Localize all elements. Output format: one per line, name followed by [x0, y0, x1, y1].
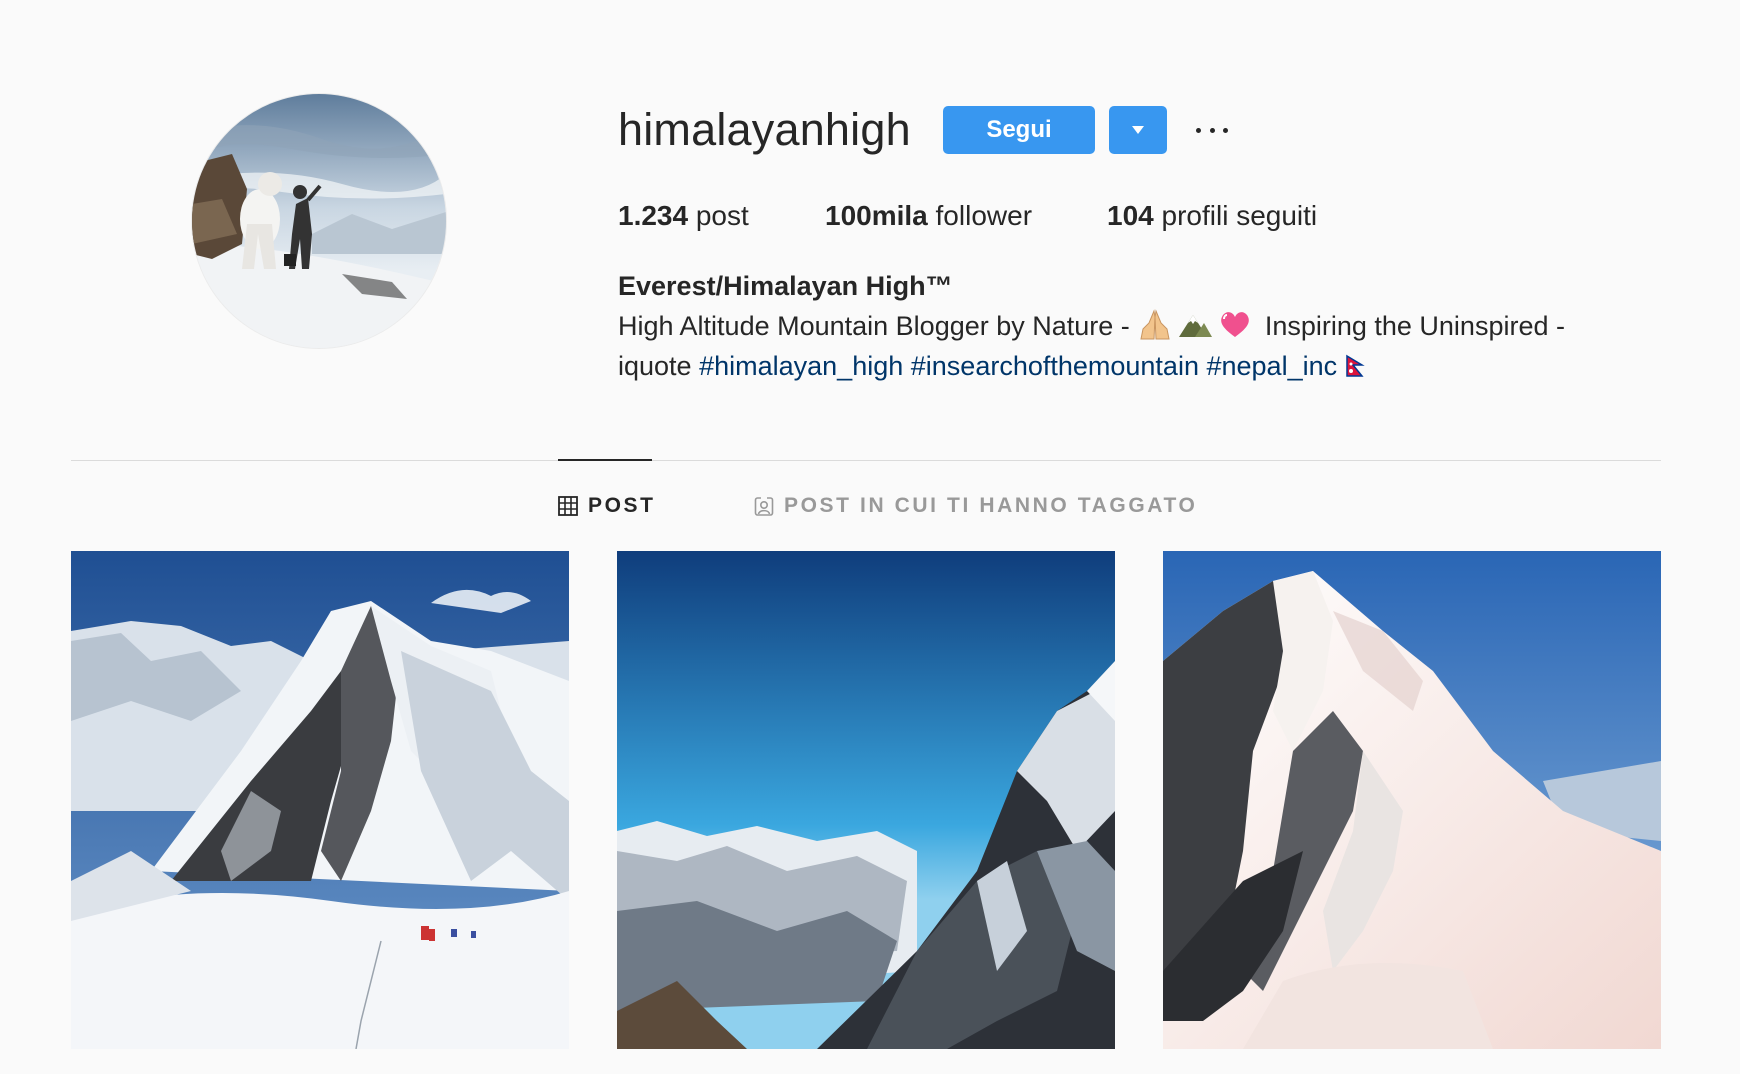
more-options-button[interactable]	[1196, 106, 1228, 154]
profile-username: himalayanhigh	[618, 104, 911, 155]
mountain-icon	[1177, 307, 1213, 341]
bio-text: iquote	[618, 351, 692, 381]
stat-following[interactable]: 104 profili seguiti	[1107, 196, 1317, 236]
stat-following-value: 104	[1107, 200, 1154, 231]
more-dot-icon	[1196, 127, 1201, 133]
avatar-image	[192, 94, 446, 348]
more-dot-icon	[1223, 127, 1228, 133]
post-thumbnail[interactable]	[1163, 551, 1661, 1049]
stat-posts-label: post	[695, 200, 749, 231]
grid-icon	[558, 496, 578, 516]
tab-posts[interactable]: POST	[558, 494, 656, 518]
heart-icon	[1217, 307, 1253, 341]
mountain-climbers-photo	[71, 551, 569, 1049]
profile-bio: High Altitude Mountain Blogger by Nature…	[618, 306, 1678, 386]
suggested-dropdown-button[interactable]	[1109, 106, 1167, 154]
hashtag-link[interactable]: #himalayan_high	[699, 351, 903, 381]
stat-following-label: profili seguiti	[1161, 200, 1318, 231]
hashtag-link[interactable]: #insearchofthemountain	[911, 351, 1199, 381]
follow-button[interactable]: Segui	[943, 106, 1095, 154]
bio-text: High Altitude Mountain Blogger by Nature…	[618, 311, 1130, 341]
hashtag-link[interactable]: #nepal_inc	[1206, 351, 1337, 381]
tabs-divider	[71, 460, 1661, 461]
bio-text: Inspiring the Uninspired -	[1264, 311, 1565, 341]
tagged-person-icon	[754, 497, 774, 516]
mountain-peak-blue-sky-photo	[617, 551, 1115, 1049]
snowy-summit-ridge-photo	[1163, 551, 1661, 1049]
stat-posts: 1.234 post	[618, 196, 749, 236]
nepal-flag-icon	[1345, 349, 1365, 377]
post-thumbnail[interactable]	[617, 551, 1115, 1049]
active-tab-indicator	[558, 459, 652, 461]
stat-followers-label: follower	[935, 200, 1033, 231]
chevron-down-icon	[1132, 126, 1144, 134]
stat-posts-value: 1.234	[618, 200, 689, 231]
post-thumbnail[interactable]	[71, 551, 569, 1049]
tab-tagged-label: POST IN CUI TI HANNO TAGGATO	[784, 494, 1198, 517]
tab-tagged[interactable]: POST IN CUI TI HANNO TAGGATO	[754, 494, 1197, 518]
profile-full-name: Everest/Himalayan High™	[618, 271, 953, 301]
stat-followers-value: 100mila	[825, 200, 928, 231]
profile-page: himalayanhigh Segui 1.234 post 100mila f…	[0, 0, 1740, 1074]
folded-hands-icon	[1137, 307, 1173, 341]
stat-followers[interactable]: 100mila follower	[825, 196, 1032, 236]
more-dot-icon	[1209, 127, 1215, 133]
tab-posts-label: POST	[588, 494, 656, 517]
profile-avatar[interactable]	[192, 94, 446, 348]
